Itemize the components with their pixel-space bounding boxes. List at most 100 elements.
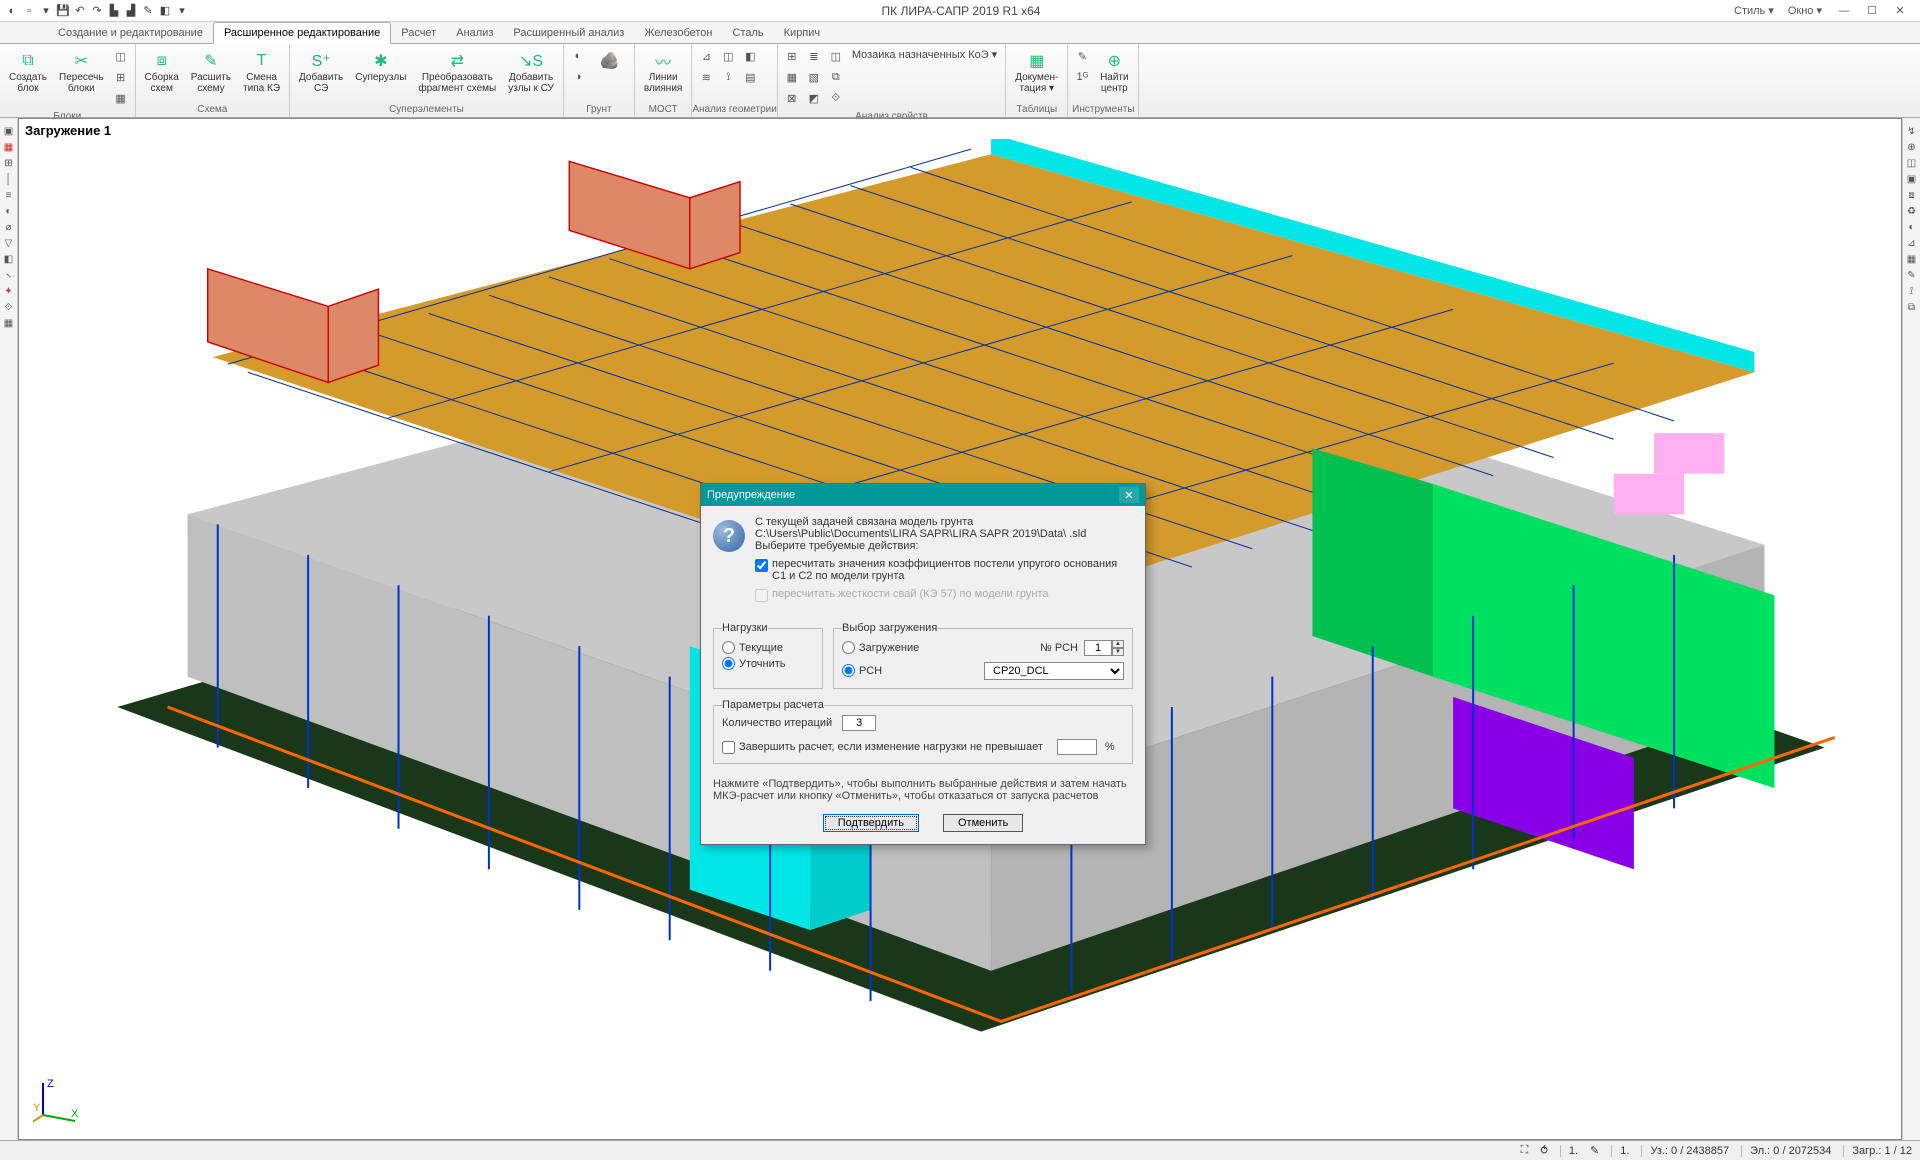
small-tool[interactable]: ▦ [782,67,802,87]
app-icon[interactable]: ◐ [4,3,20,19]
status-tool-icon[interactable]: ⥀ [1540,1144,1548,1157]
select-loading-radio[interactable] [842,641,855,654]
qat-icon[interactable]: ✎ [140,3,156,19]
tool-icon[interactable]: ▦ [1905,252,1919,266]
tab-steel[interactable]: Сталь [723,23,774,43]
tool-icon[interactable]: 丶 [2,268,16,282]
tool-icon[interactable]: ▣ [1905,172,1919,186]
create-block-button[interactable]: ⧉Создать блок [4,46,52,97]
select-rsn-radio[interactable] [842,664,855,677]
small-tool[interactable]: ▦ [111,88,131,108]
spin-up-icon[interactable]: ▲ [1112,640,1124,648]
qat-dropdown-icon[interactable]: ▾ [174,3,190,19]
small-tool[interactable]: ⊠ [782,88,802,108]
spin-down-icon[interactable]: ▼ [1112,648,1124,656]
convert-fragment-button[interactable]: ⇄Преобразовать фрагмент схемы [413,46,501,97]
assemble-button[interactable]: ⧈Сборка схем [140,46,184,97]
expand-schema-button[interactable]: ✎Расшить схему [186,46,236,97]
small-tool[interactable]: ⊿ [696,46,716,66]
redo-icon[interactable]: ↷ [89,3,105,19]
tab-concrete[interactable]: Железобетон [634,23,722,43]
small-tool[interactable]: ✎ [1072,46,1092,66]
tab-calc[interactable]: Расчет [391,23,446,43]
small-tool[interactable]: ⟐ [826,88,846,108]
tool-icon[interactable]: ⧉ [1905,300,1919,314]
close-icon[interactable]: ✕ [1886,2,1914,20]
rsn-combo[interactable]: CP20_DCL [984,662,1124,680]
small-tool[interactable]: ⊞ [111,67,131,87]
small-tool[interactable]: ◧ [740,46,760,66]
add-se-button[interactable]: S⁺Добавить СЭ [294,46,348,97]
small-tool[interactable]: ⟟ [718,67,738,87]
status-icon[interactable]: ⛶ [1521,1144,1529,1157]
confirm-button[interactable]: Подтвердить [823,814,919,832]
tab-brick[interactable]: Кирпич [774,23,831,43]
tool-icon[interactable]: ▦ [2,316,16,330]
small-tool[interactable]: ◫ [718,46,738,66]
add-nodes-to-su-button[interactable]: ↘SДобавить узлы к СУ [503,46,559,97]
small-tool[interactable]: ≣ [804,46,824,66]
open-icon[interactable]: ▾ [38,3,54,19]
change-fe-type-button[interactable]: TСмена типа КЭ [238,46,285,97]
dialog-titlebar[interactable]: Предупреждение ✕ [701,484,1145,506]
dialog-close-icon[interactable]: ✕ [1119,487,1139,503]
loads-clarify-radio[interactable] [722,657,735,670]
influence-line-button[interactable]: 〰Линии влияния [639,46,687,97]
minimize-icon[interactable]: — [1830,2,1858,20]
rsn-number-spinner[interactable]: ▲▼ [1084,640,1124,656]
small-tool[interactable]: ◩ [804,88,824,108]
tool-icon[interactable]: ↯ [1905,124,1919,138]
small-tool[interactable]: ◫ [111,46,131,66]
small-tool[interactable]: ◐ [568,46,588,66]
rsn-number-input[interactable] [1084,640,1112,656]
small-tool[interactable]: ⊞ [782,46,802,66]
recalc-c1c2-checkbox[interactable] [755,559,768,572]
mosaic-dropdown[interactable]: Мозаика назначенных КоЭ ▾ [848,46,1001,63]
iterations-input[interactable] [842,715,876,731]
maximize-icon[interactable]: ☐ [1858,2,1886,20]
small-tool[interactable]: ⧉ [826,67,846,87]
tool-icon[interactable]: ⟟ [1905,284,1919,298]
small-tool[interactable]: ≋ [696,67,716,87]
small-tool[interactable]: ◫ [826,46,846,66]
tool-icon[interactable]: ◫ [1905,156,1919,170]
small-tool[interactable]: ▧ [804,67,824,87]
tool-icon[interactable]: ◧ [2,252,16,266]
tab-ext-analysis[interactable]: Расширенный анализ [503,23,634,43]
save-icon[interactable]: 💾 [55,3,71,19]
undo-icon[interactable]: ↶ [72,3,88,19]
new-icon[interactable]: ▫ [21,3,37,19]
qat-icon[interactable]: ▙ [106,3,122,19]
tool-icon[interactable]: ▦ [2,140,16,154]
tool-icon[interactable]: ✦ [2,284,16,298]
tool-icon[interactable]: ◐ [1905,220,1919,234]
tool-icon[interactable]: ⌀ [2,220,16,234]
status-tool-icon[interactable]: ✎ [1590,1144,1599,1157]
qat-icon[interactable]: ▟ [123,3,139,19]
tool-icon[interactable]: ▣ [2,124,16,138]
tool-icon[interactable]: ⧈ [1905,188,1919,202]
tab-extended-edit[interactable]: Расширенное редактирование [213,22,391,44]
style-menu[interactable]: Стиль ▾ [1728,2,1780,19]
small-tool[interactable]: ◑ [568,67,588,87]
small-tool[interactable]: 1ᴳ [1072,67,1092,87]
small-tool[interactable]: ▤ [740,67,760,87]
tool-icon[interactable]: ✎ [1905,268,1919,282]
documentation-button[interactable]: ▦Докумен- тация ▾ [1010,46,1063,97]
tab-create-edit[interactable]: Создание и редактирование [48,23,213,43]
tool-icon[interactable]: ≡ [2,188,16,202]
tool-icon[interactable]: ♻ [1905,204,1919,218]
tool-icon[interactable]: │ [2,172,16,186]
tool-icon[interactable]: ⊞ [2,156,16,170]
tool-icon[interactable]: ▽ [2,236,16,250]
tab-analysis[interactable]: Анализ [446,23,503,43]
cancel-button[interactable]: Отменить [943,814,1023,832]
finish-calc-checkbox[interactable] [722,741,735,754]
supernodes-button[interactable]: ✱Суперузлы [350,46,411,87]
soil-button[interactable]: 🪨 [590,46,630,76]
loads-current-radio[interactable] [722,641,735,654]
tool-icon[interactable]: ⊿ [1905,236,1919,250]
qat-icon[interactable]: ◧ [157,3,173,19]
tool-icon[interactable]: ⟐ [2,300,16,314]
tool-icon[interactable]: ◐ [2,204,16,218]
